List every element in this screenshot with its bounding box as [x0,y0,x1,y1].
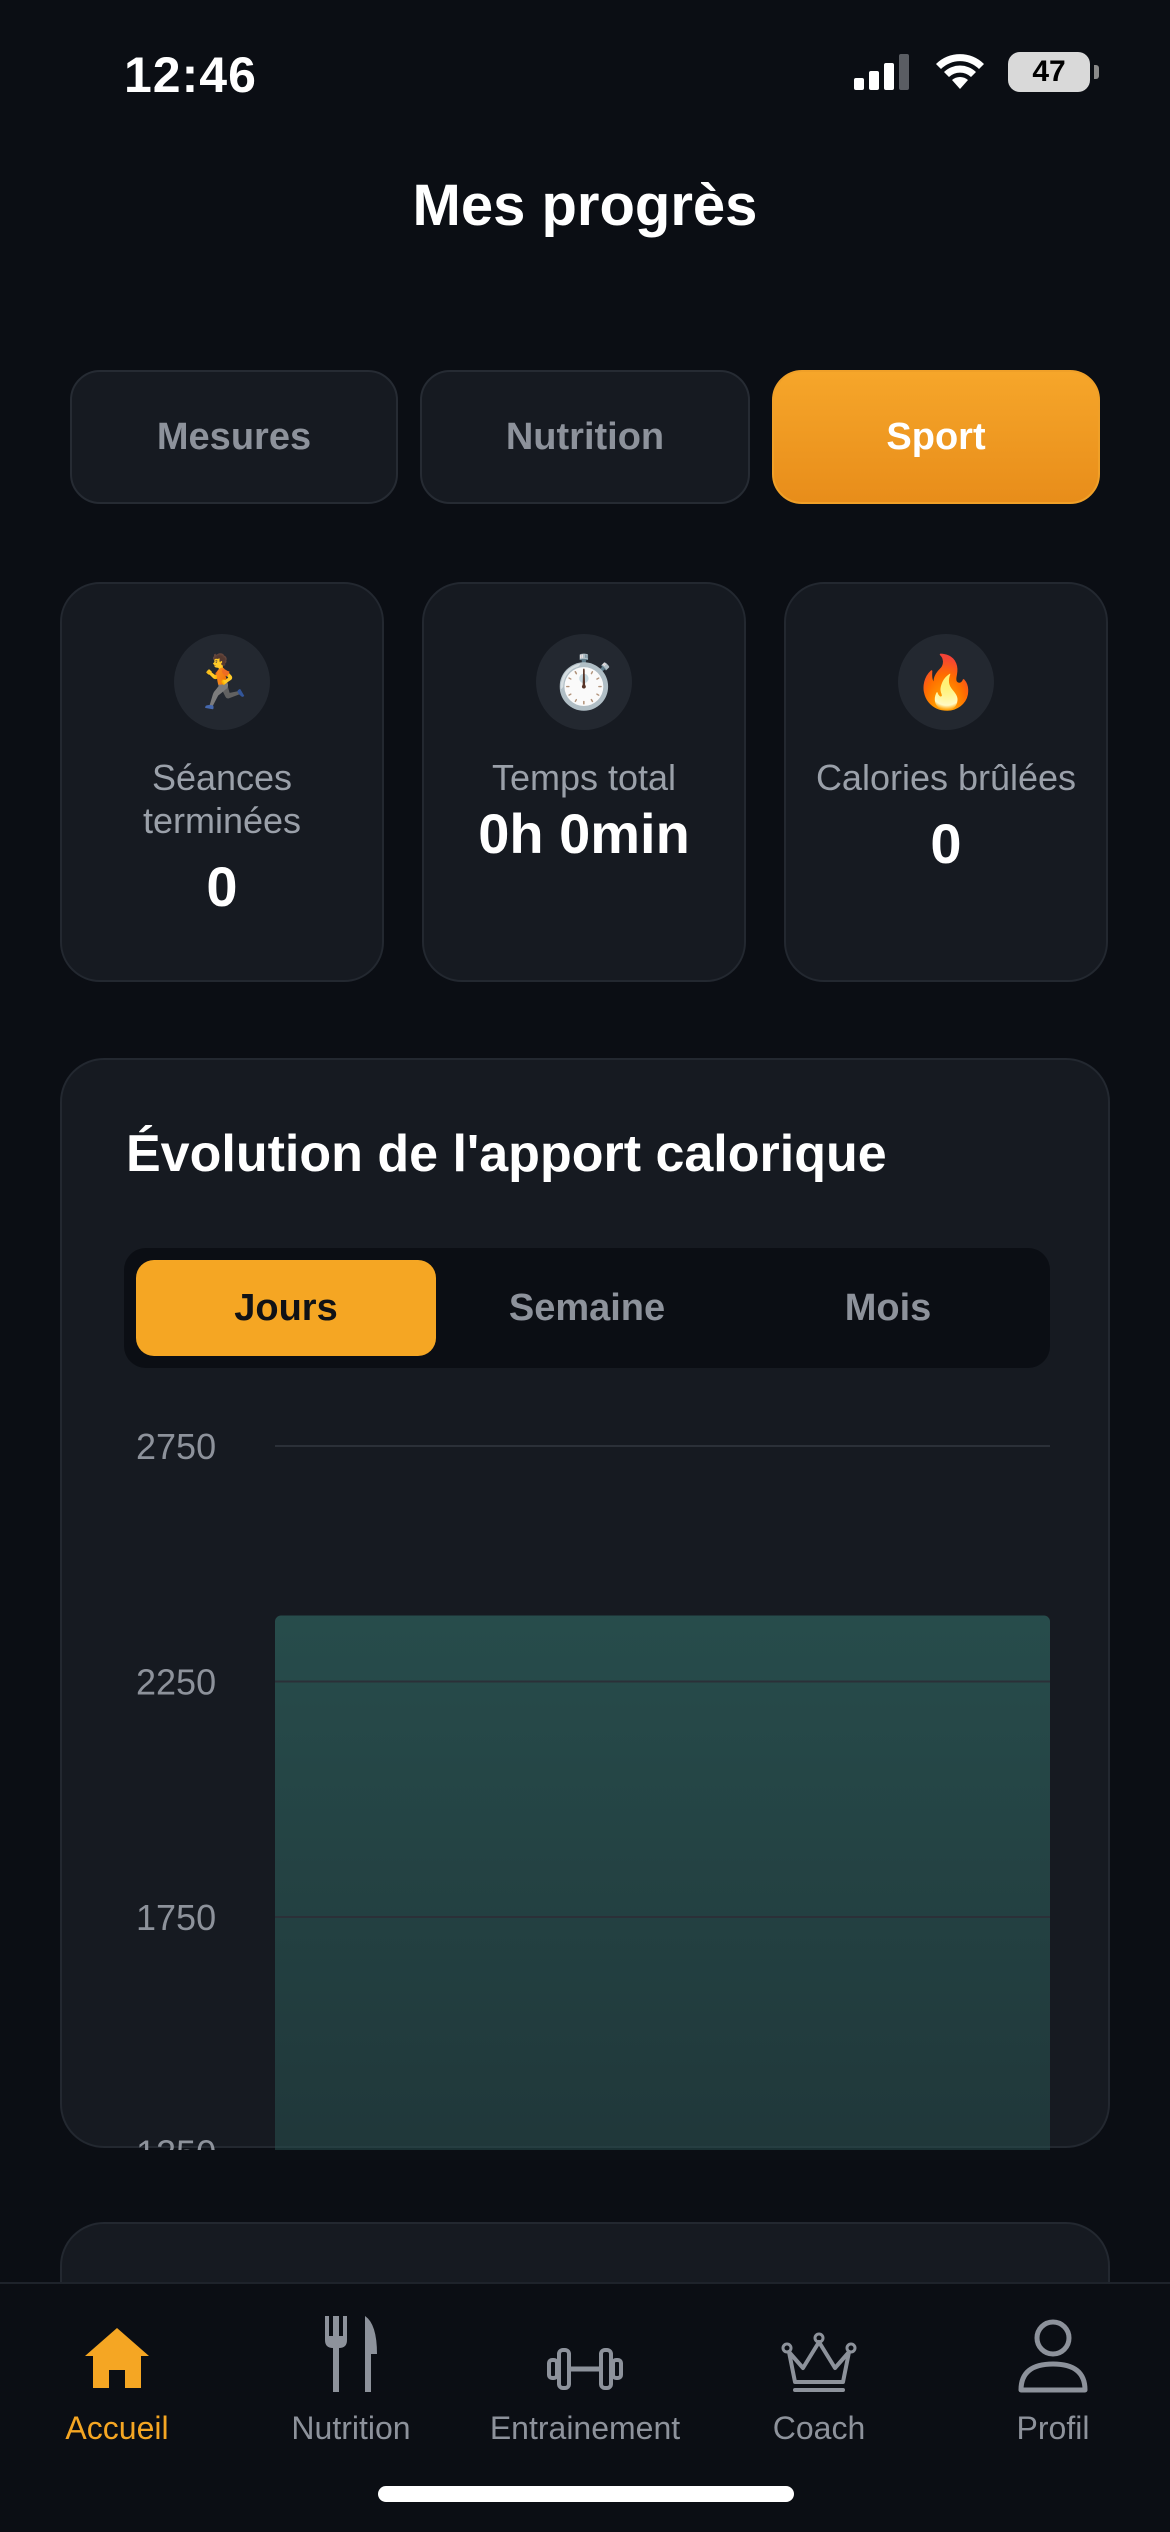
runner-icon: 🏃 [174,634,270,730]
y-tick-label: 1250 [136,2133,216,2151]
nav-coach[interactable]: Coach [702,2304,936,2447]
nav-nutrition[interactable]: Nutrition [234,2304,468,2447]
nav-label: Coach [772,2410,866,2446]
y-tick-label: 2250 [136,1662,216,1703]
battery-indicator: 47 [1008,52,1099,92]
signal-icon [854,54,909,90]
tab-nutrition[interactable]: Nutrition [420,370,750,504]
y-tick-label: 2750 [136,1426,216,1467]
nav-label: Nutrition [291,2410,411,2446]
fork-knife-icon [325,2316,377,2392]
fire-icon: 🔥 [898,634,994,730]
person-icon [1018,2319,1088,2393]
calorie-area-chart: 2750225017501250750 [136,1426,1050,2151]
stat-card-total-time: ⏱️ Temps total 0h 0min [422,582,746,982]
home-icon [85,2328,149,2388]
stat-value: 0 [206,855,238,918]
nav-accueil[interactable]: Accueil [0,2304,234,2447]
status-icons: 47 [854,52,1099,92]
app-screen: 12:46 47 Mes progrès Mesures Nutrition S… [0,0,1170,2532]
stat-card-sessions: 🏃 Séances terminées 0 [60,582,384,982]
status-time: 12:46 [124,47,257,103]
calorie-area [275,1615,1050,2150]
nav-label: Accueil [65,2410,169,2446]
nav-profil[interactable]: Profil [936,2304,1170,2447]
stat-label: Temps total [491,757,677,798]
y-tick-label: 1750 [136,1897,216,1938]
stat-value: 0 [930,812,962,875]
page-title: Mes progrès [412,173,758,238]
stopwatch-icon: ⏱️ [536,634,632,730]
stat-value: 0h 0min [478,802,690,865]
stat-label: Calories brûlées [815,757,1077,798]
wifi-icon [936,54,984,89]
crown-icon [781,2332,857,2392]
nav-label: Profil [1016,2410,1090,2446]
tab-sport[interactable]: Sport [772,370,1100,504]
nav-entrainement[interactable]: Entrainement [468,2304,702,2447]
calorie-chart-card: Évolution de l'apport calorique Jours Se… [60,1058,1110,2151]
tab-mesures[interactable]: Mesures [70,370,398,504]
dumbbell-icon [547,2348,623,2390]
stat-label: Séances terminées [142,757,302,841]
nav-label: Entrainement [489,2410,681,2446]
stat-card-calories: 🔥 Calories brûlées 0 [784,582,1108,982]
home-indicator [378,2486,794,2502]
